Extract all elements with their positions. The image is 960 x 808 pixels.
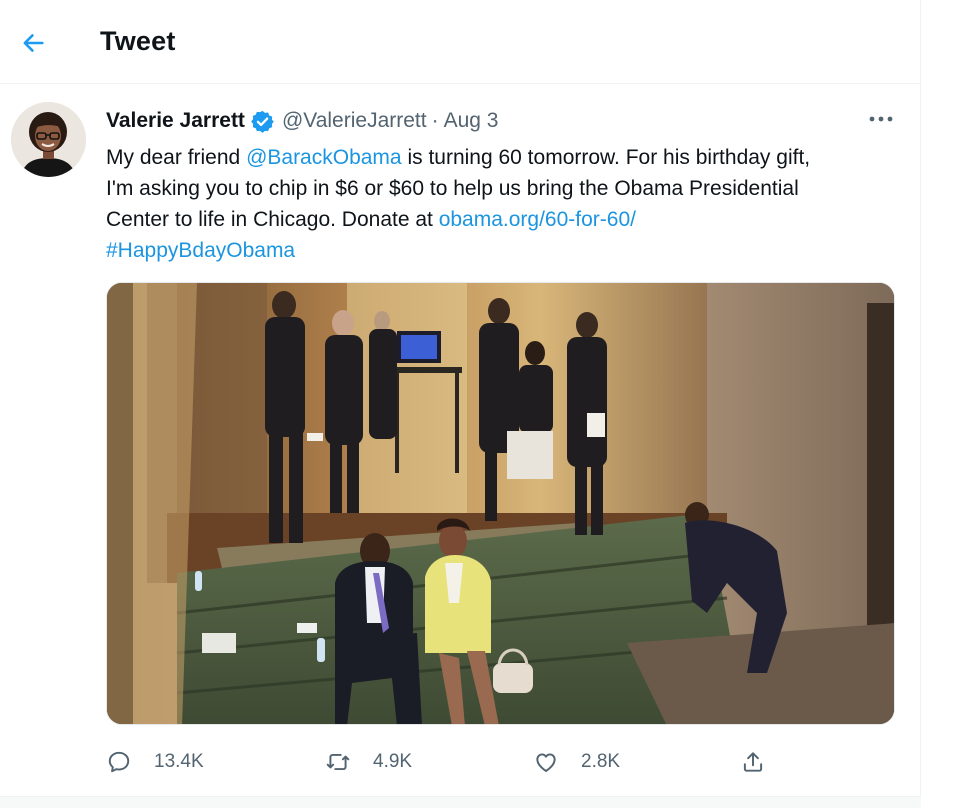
reply-button[interactable]: 13.4K — [106, 740, 204, 784]
tweet-text-line-3: Center to life in Chicago. Donate at oba… — [106, 204, 906, 235]
hashtag-link[interactable]: #HappyBdayObama — [106, 239, 295, 262]
tweet-text-line-4: #HappyBdayObama — [106, 235, 906, 266]
main-column: Tweet Valerie Jarrett @ValerieJarrett · … — [0, 0, 921, 808]
author-handle[interactable]: @ValerieJarrett — [282, 109, 427, 133]
separator-dot: · — [431, 109, 439, 132]
reply-area-divider — [0, 796, 921, 808]
like-count: 2.8K — [581, 751, 621, 772]
more-horizontal-icon — [869, 116, 893, 122]
tweet-text-line-1: My dear friend @BarackObama is turning 6… — [106, 142, 906, 173]
tweet-photo[interactable] — [106, 282, 895, 725]
tweet-date[interactable]: Aug 3 — [444, 109, 499, 133]
share-button[interactable] — [740, 740, 788, 784]
like-button[interactable]: 2.8K — [533, 740, 620, 784]
verified-badge-icon — [251, 110, 274, 133]
tweet-text: My dear friend @BarackObama is turning 6… — [106, 142, 906, 266]
text-segment: is turning 60 tomorrow. For his birthday… — [401, 146, 811, 169]
page-header: Tweet — [0, 0, 921, 84]
author-display-name[interactable]: Valerie Jarrett — [106, 109, 245, 133]
retweet-button[interactable]: 4.9K — [325, 740, 412, 784]
url-link[interactable]: obama.org/60-for-60/ — [439, 208, 636, 231]
reply-count: 13.4K — [154, 751, 204, 772]
page-title: Tweet — [100, 26, 176, 56]
text-segment: My dear friend — [106, 146, 247, 169]
mention-link[interactable]: @BarackObama — [246, 146, 402, 169]
retweet-icon — [326, 753, 350, 771]
retweet-count: 4.9K — [373, 751, 413, 772]
more-button[interactable] — [862, 104, 900, 134]
avatar-portrait — [11, 102, 86, 177]
heart-icon — [536, 753, 556, 772]
tweet-actions: 13.4K 4.9K 2.8K — [0, 740, 921, 784]
back-button[interactable] — [14, 24, 52, 62]
share-upload-icon — [743, 752, 763, 772]
arrow-left-icon — [23, 34, 44, 52]
tweet-text-line-2: I'm asking you to chip in $6 or $60 to h… — [106, 177, 799, 200]
tweet-author-line: Valerie Jarrett @ValerieJarrett · Aug 3 — [106, 107, 498, 135]
photo-backstage-scene — [107, 283, 894, 724]
text-segment: Center to life in Chicago. Donate at — [106, 208, 439, 231]
reply-bubble-icon — [108, 751, 130, 773]
avatar[interactable] — [11, 102, 86, 177]
